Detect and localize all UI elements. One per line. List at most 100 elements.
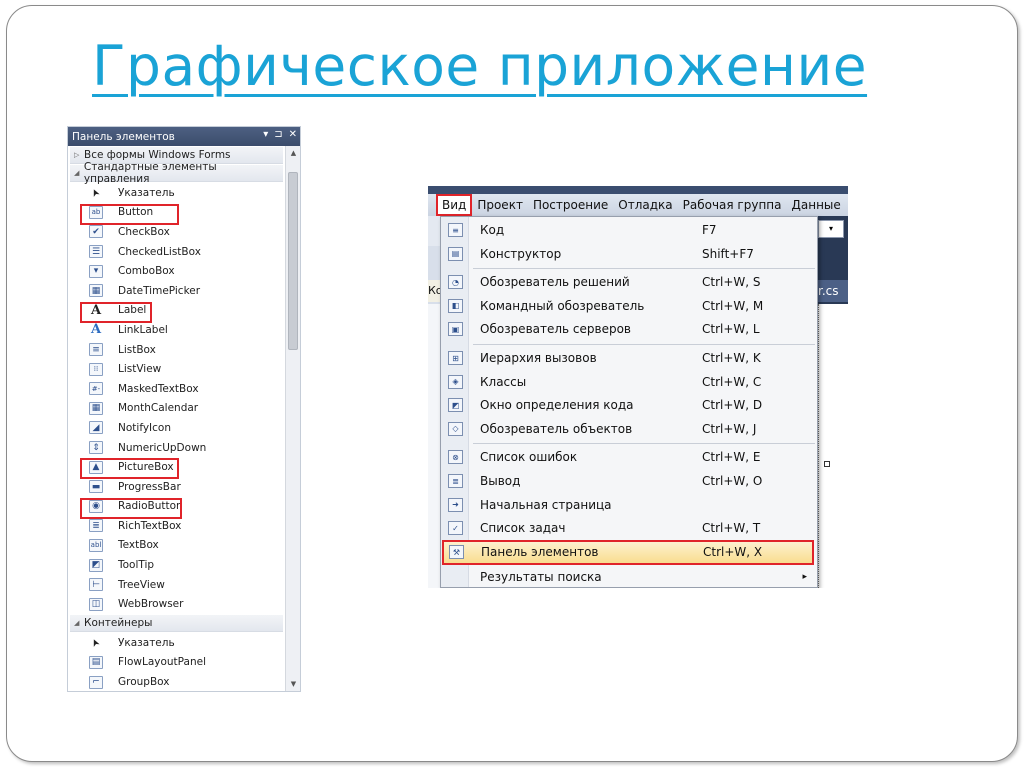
menu-item-label: Обозреватель серверов <box>480 322 632 337</box>
menu-item-code-definition[interactable]: ◩ Окно определения кода Ctrl+W, D <box>441 394 817 416</box>
menu-item-shortcut: Ctrl+W, K <box>702 351 761 365</box>
menu-item-error-list[interactable]: ⊗ Список ошибок Ctrl+W, E <box>441 446 817 468</box>
toolbox-item-listbox[interactable]: ≡ ListBox <box>68 340 285 360</box>
menu-view[interactable]: Вид <box>436 194 473 216</box>
code-icon: ≡ <box>448 223 463 237</box>
toolbox-item-указатель[interactable]: ➤ Указатель <box>68 633 285 653</box>
toolbox-item-webbrowser[interactable]: ◫ WebBrowser <box>68 594 285 614</box>
toolbox-group[interactable]: ◢ Стандартные элементы управления <box>70 161 283 185</box>
toolbox-item-label: GroupBox <box>118 676 170 689</box>
toolbox-item-flowlayoutpanel[interactable]: ▤ FlowLayoutPanel <box>68 653 285 673</box>
slide-title: Графическое приложение <box>92 34 868 98</box>
toolbox-item-указатель[interactable]: ➤ Указатель <box>68 183 285 203</box>
toolbox-item-radiobutton[interactable]: ◉ RadioButton <box>68 497 285 519</box>
expand-arrow-icon[interactable]: ▷ <box>74 151 84 159</box>
toolbox-title: Панель элементов <box>72 130 175 143</box>
toolbox-item-label: RichTextBox <box>118 519 182 532</box>
menu-item-label: Панель элементов <box>481 545 599 560</box>
toolbox-item-label: PictureBox <box>118 461 174 474</box>
toolbox-item-combobox[interactable]: ▾ ComboBox <box>68 261 285 281</box>
toolbox-item-notifyicon[interactable]: ◢ NotifyIcon <box>68 418 285 438</box>
toolbox-item-listview[interactable]: ⁞⁞ ListView <box>68 359 285 379</box>
toolbox-item-label: CheckedListBox <box>118 245 201 258</box>
toolbox-item-monthcalendar[interactable]: ▦ MonthCalendar <box>68 399 285 419</box>
toolbox-item-label: TreeView <box>118 578 165 591</box>
menu-item-toolbox[interactable]: ⚒ Панель элементов Ctrl+W, X <box>442 539 814 565</box>
toolbox-item-label: NumericUpDown <box>118 441 207 454</box>
toolbox-item-richtextbox[interactable]: ≣ RichTextBox <box>68 516 285 536</box>
toolbox-item-label: ListView <box>118 363 162 376</box>
toolbox-item-linklabel[interactable]: A LinkLabel <box>68 320 285 340</box>
toolbox-item-label: DateTimePicker <box>118 284 201 297</box>
menu-item-find-results[interactable]: Результаты поиска ▸ <box>441 566 817 588</box>
menu-item-class-view[interactable]: ◈ Классы Ctrl+W, C <box>441 371 817 393</box>
menu-item-shortcut: F7 <box>702 223 717 237</box>
menu-item-solution-explorer[interactable]: ◔ Обозреватель решений Ctrl+W, S <box>441 271 817 293</box>
menu-item-shortcut: Ctrl+W, S <box>702 275 761 290</box>
menu-item-label: Классы <box>480 374 527 389</box>
tooltip-icon: ◩ <box>89 558 103 572</box>
menu-item-server-explorer[interactable]: ▣ Обозреватель серверов Ctrl+W, L <box>441 318 817 340</box>
menu-item-code[interactable]: ≡ Код F7 <box>441 219 817 241</box>
view-menu-dropdown: ≡ Код F7 ▤ Конструктор Shift+F7 ◔ Обозреватель … <box>440 216 818 588</box>
menu-item-3[interactable]: Отладка <box>613 194 677 216</box>
richtextbox-icon: ≣ <box>89 519 103 533</box>
menu-item-output[interactable]: ≣ Вывод Ctrl+W, O <box>441 470 817 492</box>
toolbox-item-label: Label <box>118 304 147 317</box>
toolbox-item-textbox[interactable]: abl TextBox <box>68 536 285 556</box>
output-icon: ≣ <box>448 474 463 488</box>
collapse-arrow-icon[interactable]: ◢ <box>74 169 84 177</box>
menu-item-1[interactable]: Проект <box>472 194 528 216</box>
listbox-icon: ≡ <box>89 343 103 357</box>
scroll-down-icon[interactable]: ▼ <box>286 677 300 691</box>
vs-title-strip <box>428 186 848 194</box>
dropdown-icon[interactable]: ▾ <box>263 129 268 140</box>
menu-item-start-page[interactable]: ➜ Начальная страница <box>441 494 817 516</box>
flowlayoutpanel-icon: ▤ <box>89 655 103 669</box>
toolbox-item-treeview[interactable]: ⊢ TreeView <box>68 575 285 595</box>
toolbox-item-checkbox[interactable]: ✔ CheckBox <box>68 222 285 242</box>
menu-item-2[interactable]: Построение <box>528 194 613 216</box>
menu-item-designer[interactable]: ▤ Конструктор Shift+F7 <box>441 243 817 265</box>
menu-item-shortcut: Shift+F7 <box>702 246 754 261</box>
toolbox-item-label: Указатель <box>118 636 175 649</box>
menu-item-object-browser[interactable]: ◇ Обозреватель объектов Ctrl+W, J <box>441 418 817 440</box>
close-icon[interactable]: ✕ <box>289 129 297 140</box>
menu-item-label: Иерархия вызовов <box>480 351 597 365</box>
toolbox-item-label: MonthCalendar <box>118 402 199 415</box>
menu-item-label: Окно определения кода <box>480 398 634 413</box>
toolbox-item-datetimepicker[interactable]: ▦ DateTimePicker <box>68 281 285 301</box>
toolbox-item-picturebox[interactable]: ▲ PictureBox <box>68 457 285 479</box>
toolbox-list: ▷ Все формы Windows Forms ◢ Стандартные эле… <box>68 146 285 691</box>
scroll-up-icon[interactable]: ▲ <box>286 146 300 160</box>
toolbox-item-label: RadioButton <box>118 500 183 513</box>
class-view-icon: ◈ <box>448 374 463 389</box>
datetimepicker-icon: ▦ <box>89 284 103 298</box>
toolbox-item-maskedtextbox[interactable]: #- MaskedTextBox <box>68 379 285 399</box>
toolbox-item-groupbox[interactable]: ⌐ GroupBox <box>68 672 285 691</box>
collapse-arrow-icon[interactable]: ◢ <box>74 619 84 627</box>
vs-combo-arrow[interactable]: ▾ <box>818 220 844 238</box>
toolbox-item-label[interactable]: A Label <box>68 301 285 323</box>
server-explorer-icon: ▣ <box>448 322 463 337</box>
toolbox-scrollbar[interactable]: ▲ ▼ <box>285 146 300 691</box>
pin-icon[interactable]: ⊐ <box>274 129 282 140</box>
toolbox-item-label: Button <box>118 206 154 219</box>
scroll-thumb[interactable] <box>288 172 298 350</box>
toolbox-item-checkedlistbox[interactable]: ☰ CheckedListBox <box>68 242 285 262</box>
toolbox-item-progressbar[interactable]: ▬ ProgressBar <box>68 477 285 497</box>
toolbox-item-numericupdown[interactable]: ⇕ NumericUpDown <box>68 438 285 458</box>
menu-item-shortcut: Ctrl+W, O <box>702 474 763 488</box>
toolbox-item-label: ListBox <box>118 343 156 356</box>
toolbox-item-button[interactable]: ab Button <box>68 203 285 225</box>
menu-item-team-explorer[interactable]: ◧ Командный обозреватель Ctrl+W, M <box>441 295 817 317</box>
menu-item-5[interactable]: Данные <box>787 194 846 216</box>
task-list-icon: ✓ <box>448 521 463 536</box>
toolbox-group[interactable]: ◢ Контейнеры <box>70 615 283 633</box>
menu-item-task-list[interactable]: ✓ Список задач Ctrl+W, T <box>441 517 817 539</box>
menu-item-4[interactable]: Рабочая группа <box>678 194 787 216</box>
resize-handle[interactable] <box>824 461 830 467</box>
toolbox-item-tooltip[interactable]: ◩ ToolTip <box>68 555 285 575</box>
menu-item-call-hierarchy[interactable]: ⊞ Иерархия вызовов Ctrl+W, K <box>441 347 817 369</box>
vs-tab-right[interactable]: r.cs <box>818 280 848 302</box>
